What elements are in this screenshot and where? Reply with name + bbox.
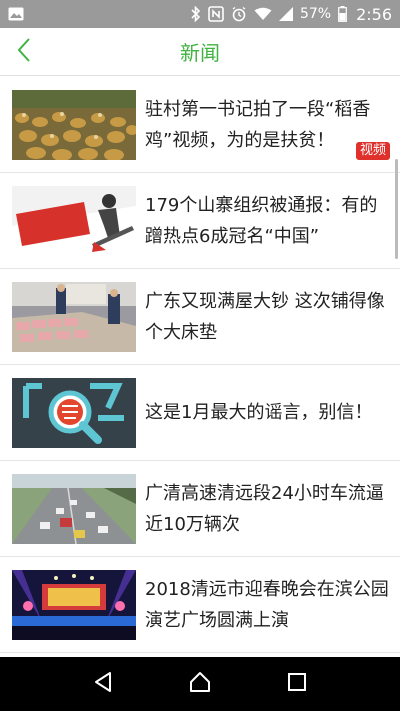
cash-image xyxy=(12,281,136,352)
back-button[interactable] xyxy=(8,36,40,68)
news-title: 驻村第一书记拍了一段“稻香鸡”视频，为的是扶贫！ xyxy=(145,98,371,151)
video-badge: 视频 xyxy=(355,142,390,160)
wifi-icon xyxy=(254,7,272,21)
status-bar: 57% 2:56 xyxy=(0,0,400,28)
news-title: 广东又现满屋大钞 这次铺得像个大床垫 xyxy=(145,290,385,343)
alarm-icon xyxy=(231,6,247,22)
shanzhai-illustration-image xyxy=(12,185,136,256)
battery-icon xyxy=(338,6,347,22)
back-triangle-icon xyxy=(93,671,113,697)
signal-icon xyxy=(278,7,293,21)
chickens-image xyxy=(12,89,136,160)
news-thumbnail-stage xyxy=(12,569,136,640)
news-title: 广清高速清远段24小时车流逼近10万辆次 xyxy=(145,482,384,535)
clock: 2:56 xyxy=(356,4,392,24)
news-list[interactable]: 驻村第一书记拍了一段“稻香鸡”视频，为的是扶贫！ 视频 179个山寨组织被通报：… xyxy=(0,77,400,657)
news-thumbnail-chickens xyxy=(12,89,136,160)
news-title: 2018清远市迎春晚会在滨公园演艺广场圆满上演 xyxy=(145,578,389,631)
news-thumbnail-shanzhai xyxy=(12,185,136,256)
bluetooth-icon xyxy=(191,6,201,22)
nfc-icon xyxy=(208,6,224,22)
news-thumbnail-rumor xyxy=(12,377,136,448)
news-item[interactable]: 179个山寨组织被通报：有的蹭热点6成冠名“中国” xyxy=(0,173,400,269)
news-item[interactable]: 2018清远市迎春晚会在滨公园演艺广场圆满上演 xyxy=(0,557,400,653)
battery-percent: 57% xyxy=(299,6,332,22)
news-item[interactable]: 广东又现满屋大钞 这次铺得像个大床垫 xyxy=(0,269,400,365)
news-title: 这是1月最大的谣言，别信！ xyxy=(145,402,373,423)
news-title: 179个山寨组织被通报：有的蹭热点6成冠名“中国” xyxy=(145,194,378,247)
highway-image xyxy=(12,473,136,544)
news-thumbnail-highway xyxy=(12,473,136,544)
app-header: 新闻 xyxy=(0,28,400,76)
nav-recents-button[interactable] xyxy=(277,664,317,704)
image-icon xyxy=(8,7,24,21)
navigation-bar xyxy=(0,657,400,711)
news-item[interactable]: 驻村第一书记拍了一段“稻香鸡”视频，为的是扶贫！ 视频 xyxy=(0,77,400,173)
news-thumbnail-cash xyxy=(12,281,136,352)
recents-square-icon xyxy=(287,672,307,696)
news-item[interactable]: 广清高速清远段24小时车流逼近10万辆次 xyxy=(0,461,400,557)
page-title: 新闻 xyxy=(180,41,220,65)
home-icon xyxy=(188,670,212,698)
nav-back-button[interactable] xyxy=(83,664,123,704)
news-item[interactable]: 这是1月最大的谣言，别信！ xyxy=(0,365,400,461)
nav-home-button[interactable] xyxy=(180,664,220,704)
stage-performance-image xyxy=(12,569,136,640)
chevron-left-icon xyxy=(17,38,31,66)
rumor-magnifier-image xyxy=(12,377,136,448)
scrollbar-thumb[interactable] xyxy=(395,159,398,259)
